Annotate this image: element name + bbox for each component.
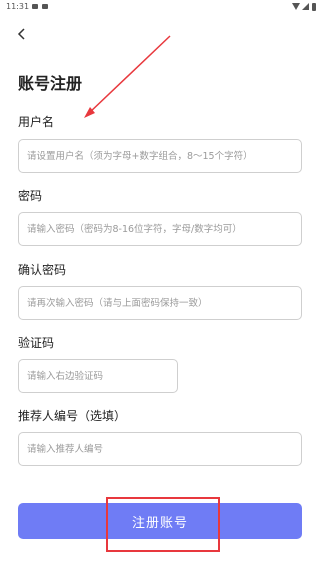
register-button[interactable]: 注册账号: [18, 503, 302, 539]
notification-icon: [42, 4, 48, 9]
battery-icon: [312, 3, 316, 11]
signal-icon: [302, 3, 309, 10]
password-label: 密码: [18, 189, 43, 203]
confirm-password-input[interactable]: [18, 286, 302, 320]
chevron-left-icon: [17, 28, 25, 40]
captcha-input[interactable]: [18, 359, 178, 393]
password-input[interactable]: [18, 212, 302, 246]
status-time: 11:31: [6, 2, 30, 11]
register-screen: 11:31 账号注册 用户名 密码 确认密码 验证码 推荐人编号（选填） 注册账…: [0, 0, 320, 568]
sim-card-icon: [32, 4, 38, 9]
referrer-input[interactable]: [18, 432, 302, 466]
status-bar: 11:31: [0, 0, 320, 14]
wifi-icon: [292, 3, 300, 10]
back-button[interactable]: [12, 24, 32, 44]
page-title: 账号注册: [18, 74, 83, 93]
username-input[interactable]: [18, 139, 302, 173]
username-label: 用户名: [18, 115, 55, 129]
confirm-password-label: 确认密码: [18, 263, 67, 277]
referrer-label: 推荐人编号（选填）: [18, 409, 127, 423]
captcha-label: 验证码: [18, 336, 55, 350]
